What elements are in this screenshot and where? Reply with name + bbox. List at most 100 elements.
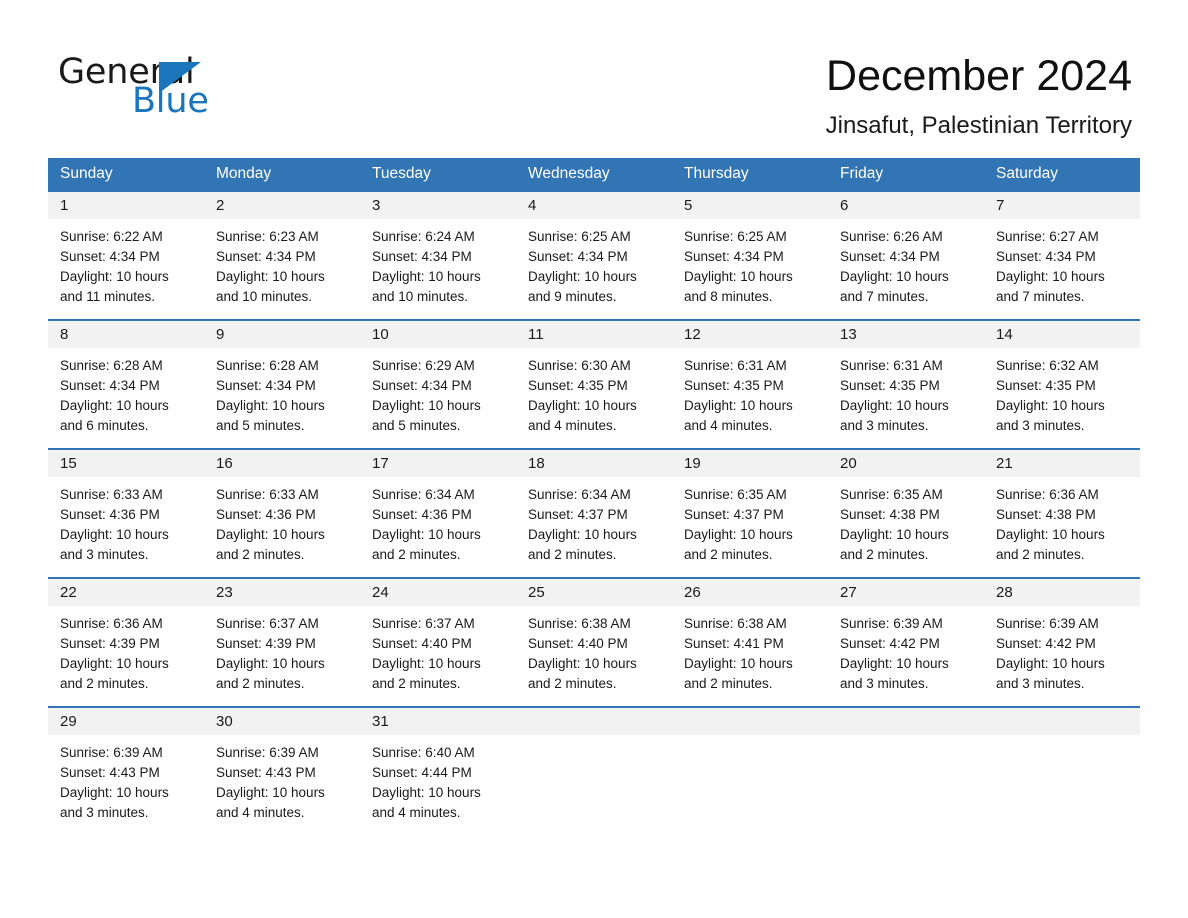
day-number: 16 [204, 450, 360, 477]
day-cell[interactable]: 12 Sunrise: 6:31 AM Sunset: 4:35 PM Dayligh… [672, 321, 828, 448]
day-cell[interactable]: 28 Sunrise: 6:39 AM Sunset: 4:42 PM Dayligh… [984, 579, 1140, 706]
day-cell[interactable]: 7 Sunrise: 6:27 AM Sunset: 4:34 PM Daylight… [984, 192, 1140, 319]
day-info: Sunrise: 6:35 AM Sunset: 4:37 PM Daylight:… [672, 477, 828, 577]
day-cell[interactable]: 5 Sunrise: 6:25 AM Sunset: 4:34 PM Daylight… [672, 192, 828, 319]
sunrise-text: Sunrise: 6:28 AM [216, 358, 319, 373]
day-cell[interactable]: 16 Sunrise: 6:33 AM Sunset: 4:36 PM Dayligh… [204, 450, 360, 577]
brand-word-blue: Blue [132, 81, 209, 121]
weekday-thursday: Thursday [684, 165, 749, 182]
daylight-text-line1: Daylight: 10 hours [840, 656, 949, 671]
daylight-text-line1: Daylight: 10 hours [996, 656, 1105, 671]
day-number: 21 [984, 450, 1140, 477]
sunset-text: Sunset: 4:39 PM [60, 636, 160, 651]
day-cell[interactable]: 26 Sunrise: 6:38 AM Sunset: 4:41 PM Dayligh… [672, 579, 828, 706]
daylight-text-line1: Daylight: 10 hours [372, 527, 481, 542]
day-number: 6 [828, 192, 984, 219]
day-number: 11 [516, 321, 672, 348]
calendar-page: General Blue December 2024 Jinsafut, Pal… [0, 0, 1188, 918]
day-cell[interactable]: 24 Sunrise: 6:37 AM Sunset: 4:40 PM Dayligh… [360, 579, 516, 706]
day-cell[interactable]: 22 Sunrise: 6:36 AM Sunset: 4:39 PM Dayligh… [48, 579, 204, 706]
day-info: Sunrise: 6:31 AM Sunset: 4:35 PM Daylight:… [828, 348, 984, 448]
generalblue-logo[interactable]: General Blue [58, 52, 318, 128]
day-number: 2 [204, 192, 360, 219]
daylight-text-line1: Daylight: 10 hours [60, 269, 169, 284]
day-cell[interactable]: 31 Sunrise: 6:40 AM Sunset: 4:44 PM Dayligh… [360, 708, 516, 835]
daylight-text-line1: Daylight: 10 hours [840, 398, 949, 413]
weekday-header-row: Sunday Monday Tuesday Wednesday Thursday… [48, 158, 1140, 190]
day-cell[interactable]: 8 Sunrise: 6:28 AM Sunset: 4:34 PM Daylight… [48, 321, 204, 448]
daylight-text-line2: and 3 minutes. [60, 547, 149, 562]
daylight-text-line2: and 4 minutes. [216, 805, 305, 820]
calendar-week-row: 22 Sunrise: 6:36 AM Sunset: 4:39 PM Dayligh… [48, 577, 1140, 706]
weekday-friday: Friday [840, 165, 884, 182]
sunrise-text: Sunrise: 6:39 AM [996, 616, 1099, 631]
day-cell[interactable]: 29 Sunrise: 6:39 AM Sunset: 4:43 PM Dayligh… [48, 708, 204, 835]
day-cell[interactable]: 20 Sunrise: 6:35 AM Sunset: 4:38 PM Dayligh… [828, 450, 984, 577]
day-cell-empty [672, 708, 828, 835]
day-info: Sunrise: 6:24 AM Sunset: 4:34 PM Daylight:… [360, 219, 516, 319]
day-cell[interactable]: 13 Sunrise: 6:31 AM Sunset: 4:35 PM Dayligh… [828, 321, 984, 448]
day-info: Sunrise: 6:33 AM Sunset: 4:36 PM Daylight:… [204, 477, 360, 577]
day-cell[interactable]: 15 Sunrise: 6:33 AM Sunset: 4:36 PM Dayligh… [48, 450, 204, 577]
sunrise-text: Sunrise: 6:36 AM [60, 616, 163, 631]
day-cell[interactable]: 25 Sunrise: 6:38 AM Sunset: 4:40 PM Dayligh… [516, 579, 672, 706]
day-info: Sunrise: 6:34 AM Sunset: 4:37 PM Daylight:… [516, 477, 672, 577]
day-cell[interactable]: 30 Sunrise: 6:39 AM Sunset: 4:43 PM Dayligh… [204, 708, 360, 835]
day-cell[interactable]: 1 Sunrise: 6:22 AM Sunset: 4:34 PM Daylight… [48, 192, 204, 319]
sunset-text: Sunset: 4:40 PM [372, 636, 472, 651]
sunset-text: Sunset: 4:44 PM [372, 765, 472, 780]
sunset-text: Sunset: 4:37 PM [528, 507, 628, 522]
daylight-text-line2: and 10 minutes. [216, 289, 313, 304]
sunset-text: Sunset: 4:36 PM [372, 507, 472, 522]
sunrise-text: Sunrise: 6:28 AM [60, 358, 163, 373]
daylight-text-line2: and 2 minutes. [372, 547, 461, 562]
day-number: 26 [672, 579, 828, 606]
day-number: 30 [204, 708, 360, 735]
day-number: 15 [48, 450, 204, 477]
day-cell[interactable]: 3 Sunrise: 6:24 AM Sunset: 4:34 PM Daylight… [360, 192, 516, 319]
day-cell[interactable]: 10 Sunrise: 6:29 AM Sunset: 4:34 PM Dayligh… [360, 321, 516, 448]
sunset-text: Sunset: 4:34 PM [372, 249, 472, 264]
daylight-text-line1: Daylight: 10 hours [372, 656, 481, 671]
sunset-text: Sunset: 4:34 PM [684, 249, 784, 264]
day-cell[interactable]: 11 Sunrise: 6:30 AM Sunset: 4:35 PM Dayligh… [516, 321, 672, 448]
sunrise-text: Sunrise: 6:39 AM [60, 745, 163, 760]
sunset-text: Sunset: 4:42 PM [996, 636, 1096, 651]
page-title: December 2024 [826, 52, 1132, 100]
day-info: Sunrise: 6:25 AM Sunset: 4:34 PM Daylight:… [672, 219, 828, 319]
daylight-text-line2: and 3 minutes. [996, 418, 1085, 433]
daylight-text-line1: Daylight: 10 hours [684, 398, 793, 413]
day-info: Sunrise: 6:31 AM Sunset: 4:35 PM Daylight:… [672, 348, 828, 448]
day-cell[interactable]: 23 Sunrise: 6:37 AM Sunset: 4:39 PM Dayligh… [204, 579, 360, 706]
day-cell[interactable]: 14 Sunrise: 6:32 AM Sunset: 4:35 PM Dayligh… [984, 321, 1140, 448]
day-cell[interactable]: 6 Sunrise: 6:26 AM Sunset: 4:34 PM Daylight… [828, 192, 984, 319]
weekday-monday: Monday [216, 165, 272, 182]
day-cell[interactable]: 9 Sunrise: 6:28 AM Sunset: 4:34 PM Daylight… [204, 321, 360, 448]
daylight-text-line1: Daylight: 10 hours [60, 785, 169, 800]
sunset-text: Sunset: 4:43 PM [60, 765, 160, 780]
page-subtitle: Jinsafut, Palestinian Territory [825, 112, 1132, 139]
sunrise-text: Sunrise: 6:27 AM [996, 229, 1099, 244]
calendar-week-row: 15 Sunrise: 6:33 AM Sunset: 4:36 PM Dayligh… [48, 448, 1140, 577]
day-info: Sunrise: 6:37 AM Sunset: 4:39 PM Daylight:… [204, 606, 360, 706]
day-cell[interactable]: 21 Sunrise: 6:36 AM Sunset: 4:38 PM Dayligh… [984, 450, 1140, 577]
day-number [516, 708, 672, 735]
day-number: 4 [516, 192, 672, 219]
day-cell[interactable]: 27 Sunrise: 6:39 AM Sunset: 4:42 PM Dayligh… [828, 579, 984, 706]
day-cell[interactable]: 2 Sunrise: 6:23 AM Sunset: 4:34 PM Daylight… [204, 192, 360, 319]
sunrise-text: Sunrise: 6:32 AM [996, 358, 1099, 373]
day-cell[interactable]: 4 Sunrise: 6:25 AM Sunset: 4:34 PM Daylight… [516, 192, 672, 319]
title-block: December 2024 Jinsafut, Palestinian Terr… [826, 50, 1132, 140]
daylight-text-line1: Daylight: 10 hours [684, 269, 793, 284]
daylight-text-line1: Daylight: 10 hours [840, 527, 949, 542]
sunrise-text: Sunrise: 6:25 AM [528, 229, 631, 244]
daylight-text-line1: Daylight: 10 hours [840, 269, 949, 284]
day-cell[interactable]: 18 Sunrise: 6:34 AM Sunset: 4:37 PM Dayligh… [516, 450, 672, 577]
daylight-text-line2: and 7 minutes. [996, 289, 1085, 304]
daylight-text-line1: Daylight: 10 hours [216, 527, 325, 542]
day-cell[interactable]: 19 Sunrise: 6:35 AM Sunset: 4:37 PM Dayligh… [672, 450, 828, 577]
daylight-text-line1: Daylight: 10 hours [216, 269, 325, 284]
daylight-text-line1: Daylight: 10 hours [216, 656, 325, 671]
day-number: 19 [672, 450, 828, 477]
day-cell[interactable]: 17 Sunrise: 6:34 AM Sunset: 4:36 PM Dayligh… [360, 450, 516, 577]
